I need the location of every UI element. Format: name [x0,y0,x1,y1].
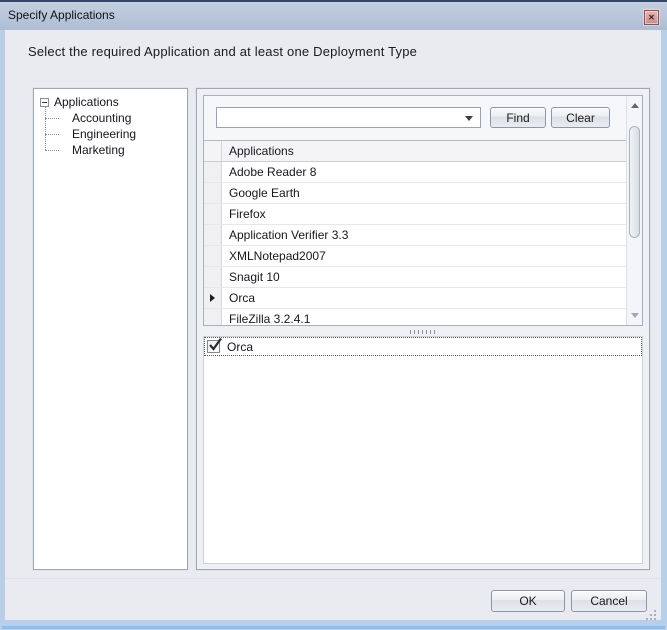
close-icon: ✕ [648,14,655,22]
horizontal-splitter[interactable] [203,327,643,336]
grid-header-label[interactable]: Applications [222,141,627,161]
deployment-type-label: Orca [227,340,253,354]
tree-children: AccountingEngineeringMarketing [52,110,136,158]
row-indicator-cell [204,267,222,287]
row-indicator-cell [204,183,222,203]
grid-row[interactable]: FileZilla 3.2.4.1 [204,309,627,326]
row-indicator-cell [204,246,222,266]
row-indicator-cell [204,225,222,245]
grid-row[interactable]: Firefox [204,204,627,225]
application-name-cell[interactable]: XMLNotepad2007 [222,246,627,266]
applications-grid: Applications Adobe Reader 8Google EarthF… [204,140,627,326]
instruction-text: Select the required Application and at l… [28,44,417,59]
checkbox-checked-icon[interactable] [207,340,220,353]
grid-header-row: Applications [204,141,627,162]
tree-item-engineering[interactable]: Engineering [52,126,136,142]
grid-row[interactable]: Snagit 10 [204,267,627,288]
arrow-up-icon [631,103,639,108]
footer-divider [5,578,661,579]
arrow-down-icon [631,313,639,318]
clear-button[interactable]: Clear [551,107,610,128]
application-name-cell[interactable]: Google Earth [222,183,627,203]
window-title: Specify Applications [8,2,115,29]
application-name-cell[interactable]: Firefox [222,204,627,224]
close-button[interactable]: ✕ [644,10,659,25]
tree-root-applications[interactable]: Applications [40,94,119,110]
cancel-button[interactable]: Cancel [571,590,647,612]
application-name-cell[interactable]: Application Verifier 3.3 [222,225,627,245]
tree-item-accounting[interactable]: Accounting [52,110,136,126]
grid-row[interactable]: Adobe Reader 8 [204,162,627,183]
deployment-type-list: Orca [203,336,643,564]
window-bottom-accent [2,626,665,629]
application-name-cell[interactable]: Snagit 10 [222,267,627,287]
filter-combobox[interactable] [216,107,481,128]
collapse-minus-icon[interactable] [40,98,49,107]
row-indicator-cell [204,309,222,326]
scroll-down-button[interactable] [627,308,643,323]
scrollbar-thumb[interactable] [629,126,640,238]
dialog-window: Specify Applications ✕ Select the requir… [0,0,667,630]
applications-tree-panel: Applications AccountingEngineeringMarket… [33,88,188,570]
deployment-type-item[interactable]: Orca [204,337,642,356]
application-name-cell[interactable]: Orca [222,288,627,308]
applications-panel: Find Clear Applications Adobe Reader 8Go… [196,88,650,570]
ok-button[interactable]: OK [491,590,565,612]
current-row-arrow-icon [210,294,215,302]
grid-row[interactable]: Orca [204,288,627,309]
application-name-cell[interactable]: Adobe Reader 8 [222,162,627,182]
splitter-grip-icon [410,330,436,334]
grid-subpanel: Find Clear Applications Adobe Reader 8Go… [203,95,643,326]
grid-row[interactable]: XMLNotepad2007 [204,246,627,267]
title-bar[interactable]: Specify Applications ✕ [0,0,667,30]
row-indicator-cell [204,162,222,182]
application-name-cell[interactable]: FileZilla 3.2.4.1 [222,309,627,326]
scroll-up-button[interactable] [627,98,643,113]
grid-row[interactable]: Application Verifier 3.3 [204,225,627,246]
find-button[interactable]: Find [490,107,546,128]
row-indicator-cell [204,288,222,308]
chevron-down-icon[interactable] [465,116,473,121]
tree-root-label: Applications [54,95,119,109]
resize-grip-icon[interactable] [646,610,656,620]
grid-row[interactable]: Google Earth [204,183,627,204]
grid-body: Adobe Reader 8Google EarthFirefoxApplica… [204,162,627,326]
row-indicator-cell [204,204,222,224]
vertical-scrollbar[interactable] [626,96,642,325]
tree-item-marketing[interactable]: Marketing [52,142,136,158]
grid-header-indicator [204,141,222,161]
